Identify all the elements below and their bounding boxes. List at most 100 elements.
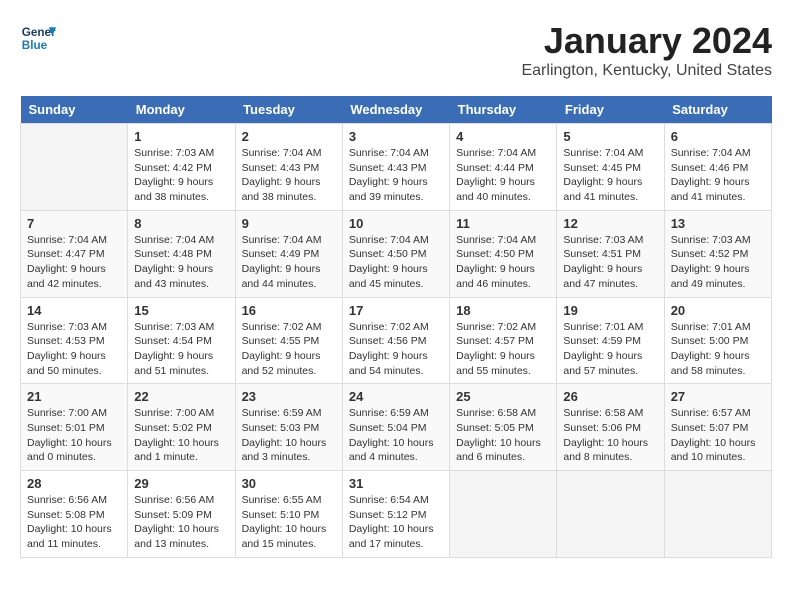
- calendar-cell: [557, 471, 664, 558]
- page-subtitle: Earlington, Kentucky, United States: [521, 62, 772, 80]
- day-info: Sunrise: 6:59 AM Sunset: 5:04 PM Dayligh…: [349, 406, 443, 465]
- day-number: 19: [563, 303, 657, 318]
- day-number: 31: [349, 476, 443, 491]
- calendar-cell: 6 Sunrise: 7:04 AM Sunset: 4:46 PM Daylig…: [664, 124, 771, 211]
- day-number: 29: [134, 476, 228, 491]
- col-header-sunday: Sunday: [21, 96, 128, 124]
- day-number: 1: [134, 129, 228, 144]
- day-info: Sunrise: 7:01 AM Sunset: 4:59 PM Dayligh…: [563, 320, 657, 379]
- calendar-cell: 24 Sunrise: 6:59 AM Sunset: 5:04 PM Dayli…: [342, 384, 449, 471]
- day-info: Sunrise: 7:04 AM Sunset: 4:50 PM Dayligh…: [456, 233, 550, 292]
- calendar-cell: 4 Sunrise: 7:04 AM Sunset: 4:44 PM Daylig…: [450, 124, 557, 211]
- calendar-cell: 2Sunrise: 7:04 AM Sunset: 4:43 PM Daylig…: [235, 124, 342, 211]
- day-info: Sunrise: 7:04 AM Sunset: 4:46 PM Dayligh…: [671, 146, 765, 205]
- day-number: 3: [349, 129, 443, 144]
- calendar-week-row: 7Sunrise: 7:04 AM Sunset: 4:47 PM Daylig…: [21, 210, 772, 297]
- calendar-cell: 25 Sunrise: 6:58 AM Sunset: 5:05 PM Dayli…: [450, 384, 557, 471]
- day-number: 20: [671, 303, 765, 318]
- day-number: 12: [563, 216, 657, 231]
- calendar-header-row: SundayMondayTuesdayWednesdayThursdayFrid…: [21, 96, 772, 124]
- calendar-cell: 29 Sunrise: 6:56 AM Sunset: 5:09 PM Dayli…: [128, 471, 235, 558]
- calendar-cell: 9 Sunrise: 7:04 AM Sunset: 4:49 PM Daylig…: [235, 210, 342, 297]
- calendar-cell: 7Sunrise: 7:04 AM Sunset: 4:47 PM Daylig…: [21, 210, 128, 297]
- day-number: 5: [563, 129, 657, 144]
- day-info: Sunrise: 6:58 AM Sunset: 5:05 PM Dayligh…: [456, 406, 550, 465]
- day-number: 8: [134, 216, 228, 231]
- calendar-cell: 5 Sunrise: 7:04 AM Sunset: 4:45 PM Daylig…: [557, 124, 664, 211]
- calendar-cell: 14 Sunrise: 7:03 AM Sunset: 4:53 PM Dayli…: [21, 297, 128, 384]
- day-info: Sunrise: 6:59 AM Sunset: 5:03 PM Dayligh…: [242, 406, 336, 465]
- calendar-cell: 27 Sunrise: 6:57 AM Sunset: 5:07 PM Dayli…: [664, 384, 771, 471]
- calendar-cell: [664, 471, 771, 558]
- day-info: Sunrise: 6:54 AM Sunset: 5:12 PM Dayligh…: [349, 493, 443, 552]
- col-header-wednesday: Wednesday: [342, 96, 449, 124]
- calendar-cell: 13 Sunrise: 7:03 AM Sunset: 4:52 PM Dayli…: [664, 210, 771, 297]
- calendar-cell: 26 Sunrise: 6:58 AM Sunset: 5:06 PM Dayli…: [557, 384, 664, 471]
- day-info: Sunrise: 7:00 AM Sunset: 5:02 PM Dayligh…: [134, 406, 228, 465]
- calendar-table: SundayMondayTuesdayWednesdayThursdayFrid…: [20, 96, 772, 558]
- day-number: 15: [134, 303, 228, 318]
- day-info: Sunrise: 7:04 AM Sunset: 4:49 PM Dayligh…: [242, 233, 336, 292]
- day-info: Sunrise: 7:00 AM Sunset: 5:01 PM Dayligh…: [27, 406, 121, 465]
- day-number: 23: [242, 389, 336, 404]
- col-header-tuesday: Tuesday: [235, 96, 342, 124]
- day-info: Sunrise: 7:02 AM Sunset: 4:55 PM Dayligh…: [242, 320, 336, 379]
- page-title: January 2024: [521, 20, 772, 62]
- calendar-cell: 18 Sunrise: 7:02 AM Sunset: 4:57 PM Dayli…: [450, 297, 557, 384]
- day-number: 9: [242, 216, 336, 231]
- day-info: Sunrise: 6:56 AM Sunset: 5:09 PM Dayligh…: [134, 493, 228, 552]
- calendar-cell: 8 Sunrise: 7:04 AM Sunset: 4:48 PM Daylig…: [128, 210, 235, 297]
- title-block: January 2024 Earlington, Kentucky, Unite…: [521, 20, 772, 80]
- day-info: Sunrise: 7:02 AM Sunset: 4:57 PM Dayligh…: [456, 320, 550, 379]
- calendar-week-row: 21Sunrise: 7:00 AM Sunset: 5:01 PM Dayli…: [21, 384, 772, 471]
- day-info: Sunrise: 6:58 AM Sunset: 5:06 PM Dayligh…: [563, 406, 657, 465]
- day-number: 26: [563, 389, 657, 404]
- calendar-cell: 28 Sunrise: 6:56 AM Sunset: 5:08 PM Dayli…: [21, 471, 128, 558]
- day-number: 25: [456, 389, 550, 404]
- day-number: 24: [349, 389, 443, 404]
- calendar-cell: 23 Sunrise: 6:59 AM Sunset: 5:03 PM Dayli…: [235, 384, 342, 471]
- day-number: 7: [27, 216, 121, 231]
- day-info: Sunrise: 7:03 AM Sunset: 4:51 PM Dayligh…: [563, 233, 657, 292]
- col-header-saturday: Saturday: [664, 96, 771, 124]
- day-info: Sunrise: 6:57 AM Sunset: 5:07 PM Dayligh…: [671, 406, 765, 465]
- day-info: Sunrise: 7:04 AM Sunset: 4:48 PM Dayligh…: [134, 233, 228, 292]
- day-number: 27: [671, 389, 765, 404]
- calendar-cell: 17 Sunrise: 7:02 AM Sunset: 4:56 PM Dayli…: [342, 297, 449, 384]
- day-number: 10: [349, 216, 443, 231]
- day-number: 17: [349, 303, 443, 318]
- day-number: 30: [242, 476, 336, 491]
- day-info: Sunrise: 7:04 AM Sunset: 4:44 PM Dayligh…: [456, 146, 550, 205]
- day-number: 13: [671, 216, 765, 231]
- day-number: 28: [27, 476, 121, 491]
- col-header-thursday: Thursday: [450, 96, 557, 124]
- calendar-week-row: 1Sunrise: 7:03 AM Sunset: 4:42 PM Daylig…: [21, 124, 772, 211]
- day-number: 11: [456, 216, 550, 231]
- day-number: 2: [242, 129, 336, 144]
- day-number: 14: [27, 303, 121, 318]
- svg-text:Blue: Blue: [22, 39, 48, 52]
- calendar-cell: 12 Sunrise: 7:03 AM Sunset: 4:51 PM Dayli…: [557, 210, 664, 297]
- calendar-week-row: 28 Sunrise: 6:56 AM Sunset: 5:08 PM Dayli…: [21, 471, 772, 558]
- col-header-friday: Friday: [557, 96, 664, 124]
- day-number: 22: [134, 389, 228, 404]
- day-info: Sunrise: 6:56 AM Sunset: 5:08 PM Dayligh…: [27, 493, 121, 552]
- day-info: Sunrise: 7:03 AM Sunset: 4:53 PM Dayligh…: [27, 320, 121, 379]
- day-info: Sunrise: 7:04 AM Sunset: 4:45 PM Dayligh…: [563, 146, 657, 205]
- calendar-cell: 10 Sunrise: 7:04 AM Sunset: 4:50 PM Dayli…: [342, 210, 449, 297]
- calendar-cell: 30 Sunrise: 6:55 AM Sunset: 5:10 PM Dayli…: [235, 471, 342, 558]
- day-number: 6: [671, 129, 765, 144]
- calendar-cell: 11 Sunrise: 7:04 AM Sunset: 4:50 PM Dayli…: [450, 210, 557, 297]
- day-number: 18: [456, 303, 550, 318]
- calendar-week-row: 14 Sunrise: 7:03 AM Sunset: 4:53 PM Dayli…: [21, 297, 772, 384]
- day-info: Sunrise: 7:04 AM Sunset: 4:50 PM Dayligh…: [349, 233, 443, 292]
- calendar-cell: 21Sunrise: 7:00 AM Sunset: 5:01 PM Dayli…: [21, 384, 128, 471]
- calendar-cell: [21, 124, 128, 211]
- day-info: Sunrise: 7:03 AM Sunset: 4:52 PM Dayligh…: [671, 233, 765, 292]
- day-info: Sunrise: 7:02 AM Sunset: 4:56 PM Dayligh…: [349, 320, 443, 379]
- day-info: Sunrise: 6:55 AM Sunset: 5:10 PM Dayligh…: [242, 493, 336, 552]
- day-number: 16: [242, 303, 336, 318]
- day-number: 4: [456, 129, 550, 144]
- day-info: Sunrise: 7:01 AM Sunset: 5:00 PM Dayligh…: [671, 320, 765, 379]
- calendar-cell: 15Sunrise: 7:03 AM Sunset: 4:54 PM Dayli…: [128, 297, 235, 384]
